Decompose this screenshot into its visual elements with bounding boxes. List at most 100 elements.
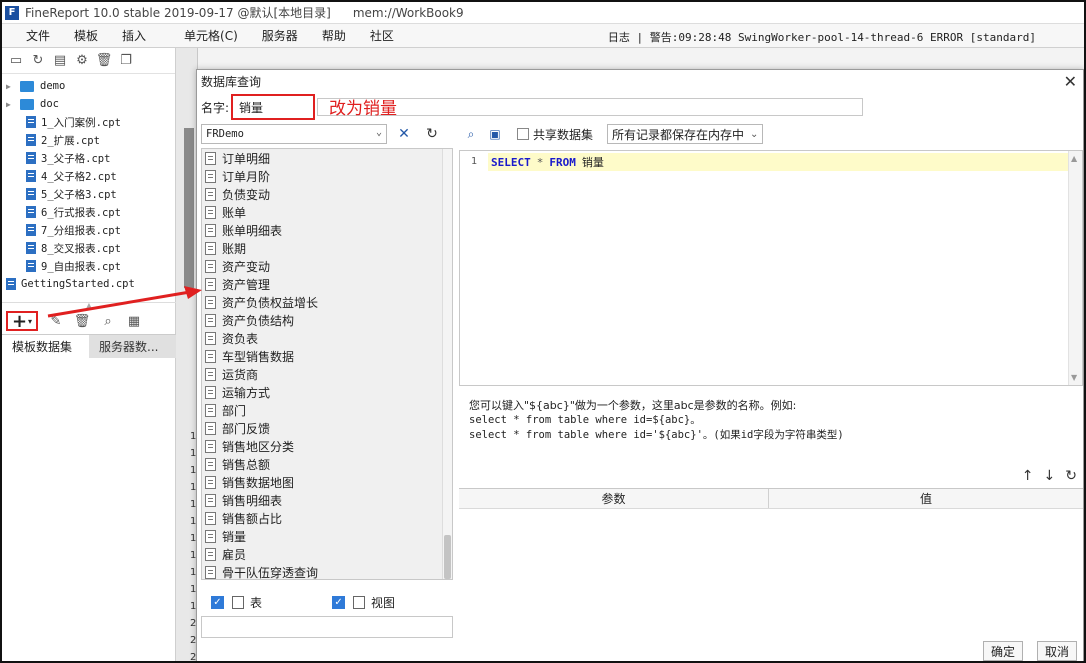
table-list-item[interactable]: 账单明细表: [202, 221, 452, 239]
collapse-arrow-icon[interactable]: ▲: [86, 302, 92, 310]
name-input[interactable]: 销量: [231, 94, 315, 120]
table-list-item[interactable]: 销量: [202, 527, 452, 545]
table-list-item[interactable]: 部门: [202, 401, 452, 419]
scroll-up-icon[interactable]: ▲: [1071, 154, 1077, 163]
table-icon: [205, 259, 216, 273]
table-checkbox[interactable]: ✓: [211, 595, 224, 609]
panel-splitter[interactable]: ▲: [2, 302, 176, 310]
memory-mode-select[interactable]: 所有记录都保存在内存中 ⌄: [607, 124, 764, 144]
tab-server-datasets[interactable]: 服务器数...: [89, 335, 176, 358]
menu-insert[interactable]: 插入: [110, 27, 158, 44]
table-list-item[interactable]: 雇员: [202, 545, 452, 563]
sql-editor[interactable]: 1 SELECT * FROM 销量 ▲ ▼: [459, 150, 1083, 386]
table-list-item[interactable]: 销售明细表: [202, 491, 452, 509]
table-list-item[interactable]: 资负表: [202, 329, 452, 347]
tree-file[interactable]: GettingStarted.cpt: [2, 275, 175, 293]
scroll-down-icon[interactable]: ▼: [1071, 373, 1077, 382]
tree-file[interactable]: 2_扩展.cpt: [2, 131, 175, 149]
properties-icon[interactable]: ▤: [52, 53, 68, 69]
scroll-thumb[interactable]: [444, 535, 451, 579]
param-column-header: 参数: [459, 489, 769, 508]
connection-select[interactable]: FRDemo ⌄: [201, 124, 387, 144]
table-list-scrollbar[interactable]: [442, 149, 452, 579]
table-list-item[interactable]: 账单: [202, 203, 452, 221]
refresh-icon[interactable]: ↻: [421, 124, 443, 144]
menu-help[interactable]: 帮助: [310, 27, 358, 44]
cpt-file-icon: [26, 188, 36, 200]
table-icon: [205, 565, 216, 579]
sql-line[interactable]: SELECT * FROM 销量: [488, 153, 1068, 171]
share-dataset-checkbox[interactable]: [517, 128, 529, 140]
name-input-extent[interactable]: [317, 98, 863, 116]
preview-icon[interactable]: ⌕: [100, 313, 116, 329]
table-list-item[interactable]: 负债变动: [202, 185, 452, 203]
refresh-icon[interactable]: ↻: [1065, 468, 1077, 484]
tree-folder[interactable]: ▶ demo: [2, 77, 175, 95]
table-icon: [205, 457, 216, 471]
move-down-icon[interactable]: ↓: [1044, 468, 1056, 484]
table-list-item[interactable]: 资产负债结构: [202, 311, 452, 329]
table-list-item[interactable]: 销售额占比: [202, 509, 452, 527]
tree-folder[interactable]: ▶ doc: [2, 95, 175, 113]
expand-arrow-icon[interactable]: ▶: [6, 82, 16, 91]
tab-template-datasets[interactable]: 模板数据集: [2, 335, 89, 358]
copy-icon[interactable]: ❐: [118, 53, 134, 69]
table-list-item[interactable]: 账期: [202, 239, 452, 257]
cpt-file-icon: [26, 152, 36, 164]
add-dataset-button[interactable]: + ▾: [6, 311, 38, 332]
cancel-button[interactable]: 取消: [1037, 641, 1077, 661]
table-list-item[interactable]: 资产负债权益增长: [202, 293, 452, 311]
menu-community[interactable]: 社区: [358, 27, 406, 44]
settings-icon[interactable]: ⚙: [74, 53, 90, 69]
save-icon[interactable]: ▣: [487, 126, 503, 142]
table-icon: [205, 367, 216, 381]
dataset-info-icon[interactable]: ▦: [126, 313, 142, 329]
table-list-item[interactable]: 资产变动: [202, 257, 452, 275]
table-list-item[interactable]: 销售数据地图: [202, 473, 452, 491]
menu-template[interactable]: 模板: [62, 27, 110, 44]
table-list-item[interactable]: 部门反馈: [202, 419, 452, 437]
table-list-item[interactable]: 骨干队伍穿透查询: [202, 563, 452, 579]
close-icon[interactable]: ✕: [1064, 72, 1077, 91]
menu-file[interactable]: 文件: [14, 27, 62, 44]
preview-icon[interactable]: ⌕: [463, 126, 479, 142]
table-search-input[interactable]: [201, 616, 453, 638]
tree-file[interactable]: 6_行式报表.cpt: [2, 203, 175, 221]
refresh-icon[interactable]: ↻: [30, 53, 46, 69]
editor-background: 11111111111222: [176, 48, 198, 661]
table-list-item[interactable]: 车型销售数据: [202, 347, 452, 365]
menu-cell[interactable]: 单元格(C): [158, 27, 250, 44]
delete-icon[interactable]: 🗑: [96, 53, 113, 69]
expand-arrow-icon[interactable]: ▶: [6, 100, 16, 109]
editor-scrollbar[interactable]: ▲ ▼: [1068, 151, 1082, 385]
log-status[interactable]: 日志 | 警告:09:28:48 SwingWorker-pool-14-thr…: [608, 29, 1036, 45]
table-list-item[interactable]: 资产管理: [202, 275, 452, 293]
tree-file[interactable]: 9_自由报表.cpt: [2, 257, 175, 275]
tree-file[interactable]: 1_入门案例.cpt: [2, 113, 175, 131]
table-icon: [205, 331, 216, 345]
delete-icon[interactable]: 🗑: [74, 313, 91, 329]
edit-icon[interactable]: ✎: [48, 313, 64, 329]
tree-file[interactable]: 4_父子格2.cpt: [2, 167, 175, 185]
tree-file[interactable]: 3_父子格.cpt: [2, 149, 175, 167]
table-list-item[interactable]: 销售总额: [202, 455, 452, 473]
table-list-item[interactable]: 订单明细: [202, 149, 452, 167]
table-name: 部门反馈: [222, 421, 271, 436]
new-folder-icon[interactable]: ▭: [8, 53, 24, 69]
tree-file[interactable]: 8_交叉报表.cpt: [2, 239, 175, 257]
table-list-item[interactable]: 运输方式: [202, 383, 452, 401]
table-list-item[interactable]: 运货商: [202, 365, 452, 383]
table-list-item[interactable]: 销售地区分类: [202, 437, 452, 455]
hint-line: select * from table where id=${abc}。: [469, 414, 701, 426]
chevron-down-icon: ⌄: [750, 128, 759, 140]
tree-file[interactable]: 5_父子格3.cpt: [2, 185, 175, 203]
menu-server[interactable]: 服务器: [250, 27, 310, 44]
table-list[interactable]: 订单明细 订单月阶 负债变动 账单 账单明细表 账期 资产变动 资产管理 资产负债权益增长 资产负…: [201, 148, 453, 580]
ok-button[interactable]: 确定: [983, 641, 1023, 661]
move-up-icon[interactable]: ↑: [1022, 468, 1034, 484]
table-list-item[interactable]: 订单月阶: [202, 167, 452, 185]
view-checkbox[interactable]: ✓: [332, 595, 346, 609]
annotation-text: 改为销量: [329, 99, 397, 119]
tree-file[interactable]: 7_分组报表.cpt: [2, 221, 175, 239]
connection-settings-icon[interactable]: ✕: [393, 124, 415, 144]
